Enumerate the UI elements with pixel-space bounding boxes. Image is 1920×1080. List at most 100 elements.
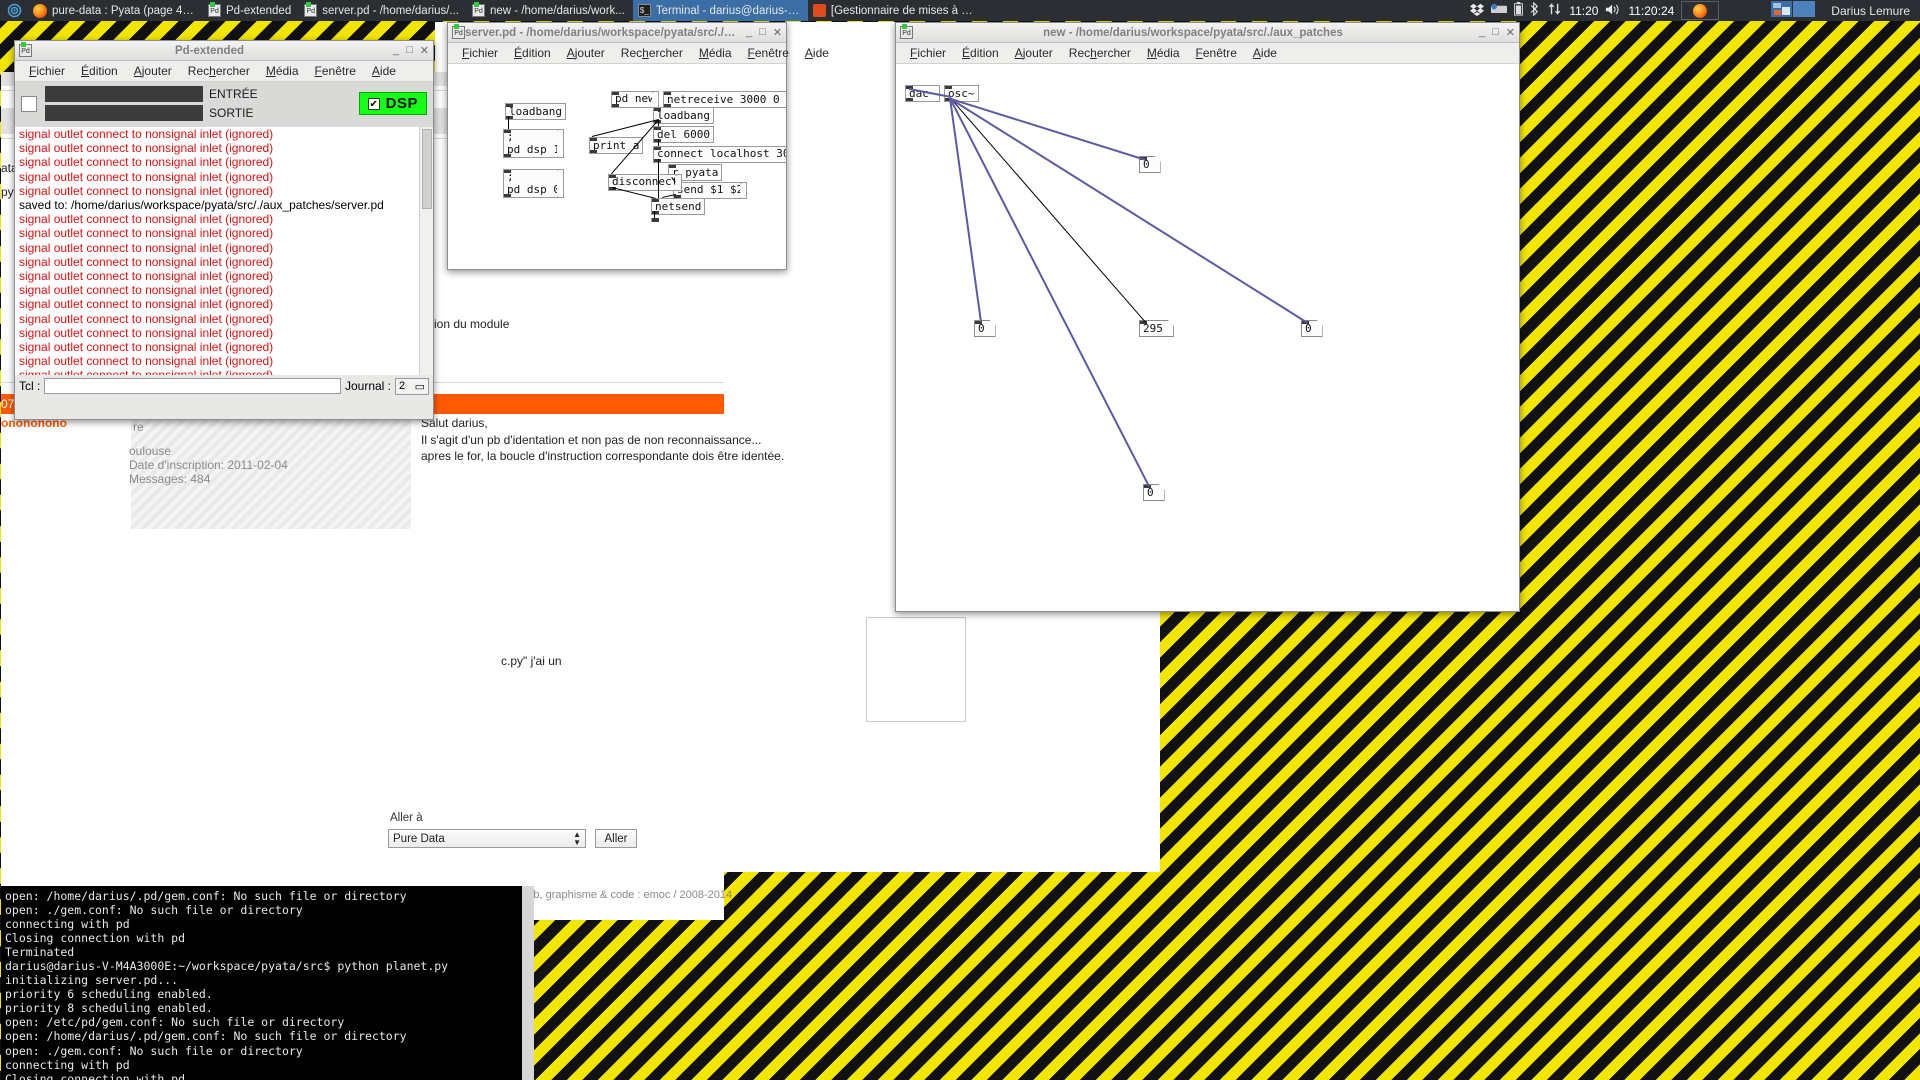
pd-extended-window[interactable]: Pd Pd-extended _ □ ✕ Fichier Édition Ajo… — [14, 40, 434, 420]
launcher-icon[interactable] — [0, 3, 28, 18]
battery-icon[interactable] — [1514, 2, 1524, 19]
cord-osc-to-num1[interactable] — [950, 98, 1146, 161]
pd-new-canvas[interactable]: dac~ osc~ 0 0 295 0 0 — [896, 64, 1519, 611]
workspace-switcher[interactable] — [1771, 1, 1816, 20]
outlet-nub[interactable] — [652, 218, 659, 221]
pd-new-patch-window[interactable]: Pd new - /home/darius/workspace/pyata/sr… — [895, 22, 1520, 612]
obj-empty-bottom[interactable] — [651, 218, 659, 222]
close-icon[interactable]: ✕ — [420, 44, 429, 57]
network-icon[interactable] — [1548, 2, 1562, 19]
taskbar-task-3[interactable]: Pd new - /home/darius/work... — [467, 0, 633, 21]
close-icon[interactable]: ✕ — [1506, 26, 1515, 39]
taskbar-task-5[interactable]: [Gestionnaire de mises à jo... — [808, 0, 983, 21]
menu-fenetre[interactable]: Fenêtre — [1188, 44, 1245, 62]
menu-fichier[interactable]: Fichier — [21, 62, 73, 80]
menu-ajouter[interactable]: Ajouter — [559, 44, 613, 62]
taskbar-task-4[interactable]: $_ Terminal - darius@darius-V-... — [632, 0, 808, 21]
pd-server-canvas[interactable]: loadbang ; pd dsp 1 ; pd dsp 0 pd new netrec… — [448, 64, 786, 269]
menu-aide[interactable]: Aide — [364, 62, 404, 80]
taskbar-task-1[interactable]: Pd Pd-extended — [203, 0, 299, 21]
msg-pd-new[interactable]: pd new — [611, 91, 659, 108]
inlet-nub[interactable] — [652, 199, 659, 202]
minimize-icon[interactable]: _ — [393, 44, 399, 57]
menu-fichier[interactable]: Fichier — [902, 44, 954, 62]
menu-rechercher[interactable]: Rechercher — [613, 44, 691, 62]
goto-select[interactable]: Pure Data ▲ ▼ — [388, 829, 586, 848]
menu-aide[interactable]: Aide — [1245, 44, 1285, 62]
volume-icon[interactable] — [1605, 3, 1621, 19]
msg-dsp-on[interactable]: ; pd dsp 1 — [503, 129, 564, 158]
system-tray[interactable]: 11:20 11:20:24 — [1470, 1, 1821, 20]
pd-console-scroll-thumb[interactable] — [422, 129, 432, 209]
obj-netsend[interactable]: netsend — [651, 198, 706, 215]
menu-edition[interactable]: Édition — [73, 62, 126, 80]
loadbang-left[interactable]: loadbang — [505, 103, 566, 120]
pd-main-window-buttons[interactable]: _ □ ✕ — [387, 44, 429, 57]
cord-osc-to-num4[interactable] — [949, 98, 1308, 324]
journal-level-spinner[interactable]: 2 ▭ — [395, 377, 429, 395]
pd-console-log[interactable]: signal outlet connect to nonsignal inlet… — [15, 127, 433, 375]
dsp-toggle-button[interactable]: ✔ DSP — [358, 92, 427, 115]
pd-server-window-buttons[interactable]: _ □ ✕ — [740, 26, 782, 39]
menu-rechercher[interactable]: Rechercher — [1061, 44, 1139, 62]
menu-ajouter[interactable]: Ajouter — [1007, 44, 1061, 62]
pd-server-patch-window[interactable]: Pd server.pd - /home/darius/workspace/py… — [447, 22, 829, 270]
outlet-nub[interactable] — [504, 194, 511, 197]
taskbar-task-0[interactable]: pure-data : Pyata (page 4/... — [28, 0, 203, 21]
obj-loadbang-right[interactable]: loadbang — [653, 107, 714, 124]
pd-console-scrollbar[interactable] — [419, 127, 433, 375]
maximize-icon[interactable]: □ — [406, 44, 413, 57]
menu-media[interactable]: Média — [1139, 44, 1188, 62]
inlet-nub[interactable] — [506, 104, 513, 107]
inlet-nub[interactable] — [504, 130, 511, 133]
pd-new-menubar[interactable]: Fichier Édition Ajouter Rechercher Média… — [896, 43, 1519, 64]
num-2[interactable]: 0 — [974, 320, 996, 337]
pd-server-menubar[interactable]: Fichier Édition Ajouter Rechercher Média… — [448, 43, 829, 64]
inlet-nub[interactable] — [504, 170, 511, 173]
taskbar-task-list[interactable]: pure-data : Pyata (page 4/... Pd Pd-extend… — [28, 0, 983, 21]
menu-fenetre[interactable]: Fenêtre — [307, 62, 364, 80]
clock-left[interactable]: 11:20 — [1569, 4, 1598, 18]
inlet-nub[interactable] — [654, 108, 661, 111]
menu-fenetre[interactable]: Fenêtre — [740, 44, 797, 62]
msg-connect[interactable]: connect localhost 3001 — [653, 146, 786, 163]
inlet-nub[interactable] — [590, 138, 597, 141]
menu-edition[interactable]: Édition — [506, 44, 559, 62]
maximize-icon[interactable]: □ — [1492, 26, 1499, 39]
cord-netsend-to-empty[interactable] — [654, 211, 655, 218]
dropbox-icon[interactable] — [1470, 2, 1485, 19]
menu-ajouter[interactable]: Ajouter — [126, 62, 180, 80]
cord-connect-to-netsend[interactable] — [658, 159, 659, 198]
menu-rechercher[interactable]: Rechercher — [180, 62, 258, 80]
cord-del-to-connect[interactable] — [658, 139, 659, 146]
terminal-scrollbar[interactable] — [522, 886, 534, 1080]
outlet-nub[interactable] — [612, 103, 619, 107]
pd-server-titlebar[interactable]: Pd server.pd - /home/darius/workspace/py… — [448, 23, 786, 43]
pd-tcl-bar[interactable]: Tcl : Journal : 2 ▭ — [15, 375, 433, 397]
obj-netreceive[interactable]: netreceive 3000 0 old — [663, 91, 786, 108]
menu-media[interactable]: Média — [258, 62, 307, 80]
tcl-input[interactable] — [44, 378, 341, 394]
keyboard-icon[interactable] — [1491, 3, 1508, 18]
dsp-checkbox[interactable]: ✔ — [367, 97, 380, 110]
pd-main-titlebar[interactable]: Pd Pd-extended _ □ ✕ — [15, 41, 433, 61]
firefox-tray-icon[interactable] — [1681, 1, 1720, 20]
close-icon[interactable]: ✕ — [773, 26, 782, 39]
inlet-nub[interactable] — [654, 127, 661, 130]
inlet-nub[interactable] — [609, 175, 616, 178]
pd-new-titlebar[interactable]: Pd new - /home/darius/workspace/pyata/sr… — [896, 23, 1519, 43]
cord-loadbang-to-dsp1[interactable] — [508, 116, 509, 129]
inlet-nub[interactable] — [945, 86, 952, 89]
menu-media[interactable]: Média — [691, 44, 740, 62]
minimize-icon[interactable]: _ — [1479, 26, 1485, 39]
outlet-nub[interactable] — [590, 150, 597, 153]
inlet-nub[interactable] — [664, 92, 671, 95]
clock-right[interactable]: 11:20:24 — [1628, 4, 1674, 18]
msg-send[interactable]: send $1 $2 — [673, 182, 748, 199]
taskbar-task-2[interactable]: Pd server.pd - /home/darius/... — [299, 0, 467, 21]
msg-dsp-off[interactable]: ; pd dsp 0 — [503, 169, 564, 198]
chevron-down-icon[interactable]: ▭ — [415, 380, 425, 393]
bluetooth-icon[interactable] — [1530, 1, 1541, 19]
inlet-nub[interactable] — [654, 147, 661, 150]
inlet-nub[interactable] — [669, 165, 676, 168]
